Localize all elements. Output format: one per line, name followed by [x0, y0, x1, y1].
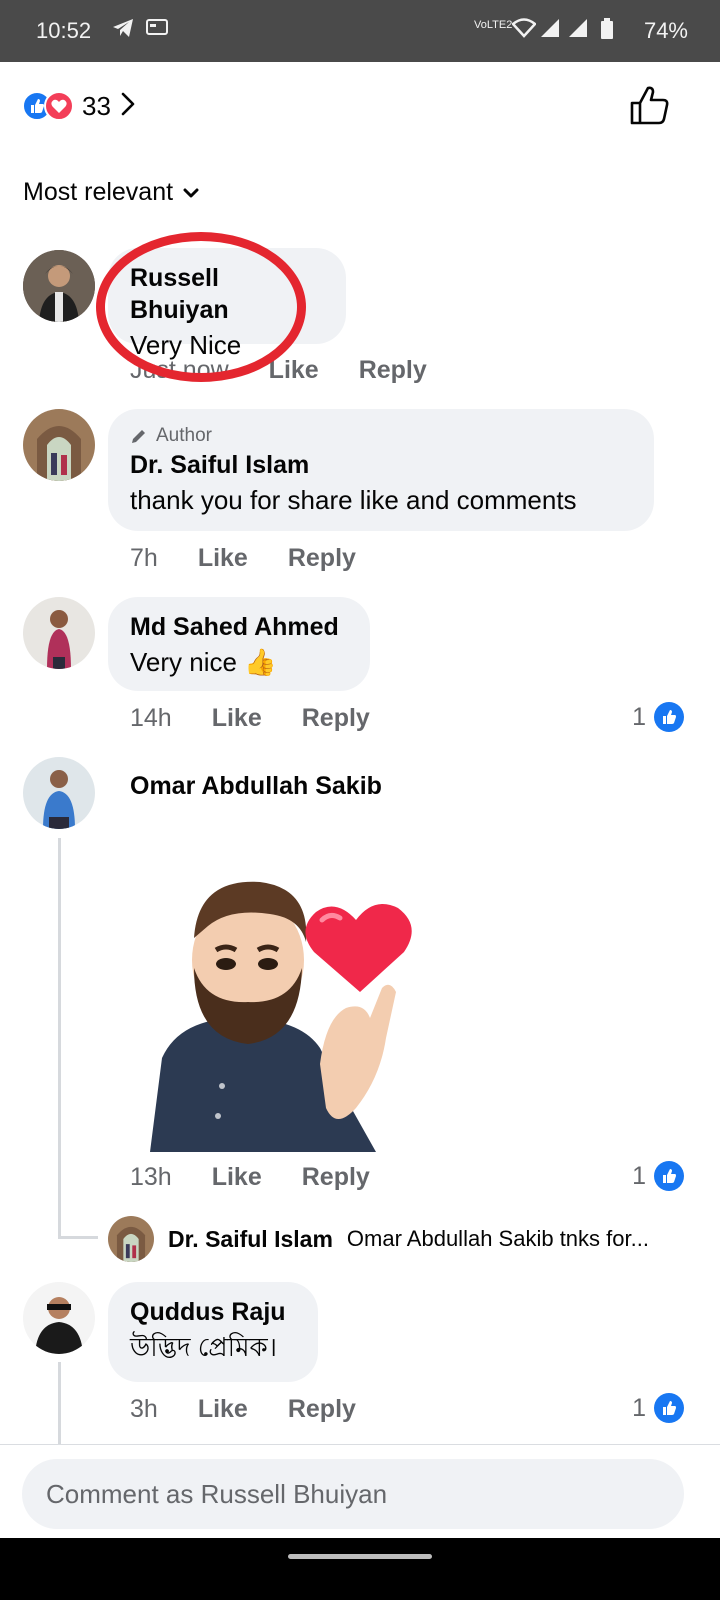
comment-like-count[interactable]: 1 [632, 702, 684, 732]
reply-button[interactable]: Reply [359, 356, 427, 385]
avatar[interactable] [23, 409, 95, 481]
thread-line [58, 1362, 61, 1444]
like-count-value: 1 [632, 1161, 646, 1190]
avatar-heart-sticker [150, 881, 412, 1152]
comment-bubble[interactable]: Md Sahed Ahmed Very nice 👍 [108, 597, 370, 691]
comment-author[interactable]: Omar Abdullah Sakib [130, 770, 382, 802]
comment-actions: 7h Like Reply [130, 544, 356, 573]
battery-percent: 74% [643, 18, 688, 43]
battery-icon [600, 18, 614, 46]
comment-like-count[interactable]: 1 [632, 1161, 684, 1191]
comment-text: thank you for share like and comments [130, 485, 577, 515]
comment-time: 7h [130, 544, 158, 572]
signal-icon [540, 18, 560, 44]
like-button[interactable]: Like [212, 704, 262, 733]
like-icon [654, 1393, 684, 1423]
avatar[interactable] [23, 757, 95, 829]
like-icon [654, 702, 684, 732]
comment-time: Just now [130, 356, 229, 384]
like-count-value: 1 [632, 1393, 646, 1422]
status-bar: 10:52 VoLTE2 74% [0, 0, 720, 62]
like-icon [654, 1161, 684, 1191]
telegram-icon [112, 18, 134, 44]
signal-icon-2 [568, 18, 588, 44]
thread-line [58, 838, 61, 1236]
comment-text: উদ্ভিদ প্রেমিক। [130, 1332, 278, 1362]
comment-bubble[interactable]: Russell Bhuiyan Very Nice [108, 248, 346, 360]
comment-time: 13h [130, 1163, 172, 1191]
author-label: Author [156, 425, 212, 446]
comment-actions: 3h Like Reply [130, 1395, 356, 1424]
reply-button[interactable]: Reply [302, 704, 370, 733]
status-time: 10:52 [36, 18, 92, 43]
system-nav-bar [0, 1538, 720, 1600]
comment-time: 3h [130, 1395, 158, 1423]
like-button[interactable]: Like [269, 356, 319, 385]
sticker-image[interactable] [150, 868, 420, 1152]
reply-button[interactable]: Reply [302, 1163, 370, 1192]
comment-author[interactable]: Dr. Saiful Islam [130, 449, 632, 481]
like-button[interactable]: Like [198, 544, 248, 573]
reply-button[interactable]: Reply [288, 544, 356, 573]
comment-like-count[interactable]: 1 [632, 1393, 684, 1423]
like-button[interactable]: Like [198, 1395, 248, 1424]
comment-actions: 14h Like Reply [130, 704, 370, 733]
comment-actions: 13h Like Reply [130, 1163, 370, 1192]
comment-author[interactable]: Quddus Raju [130, 1296, 296, 1328]
volte-indicator: VoLTE2 [474, 19, 513, 31]
pencil-icon [132, 430, 145, 443]
sort-label: Most relevant [23, 178, 174, 206]
reply-text: Omar Abdullah Sakib tnks for... [346, 1226, 649, 1251]
reply-author[interactable]: Dr. Saiful Islam [168, 1226, 333, 1253]
comment-bubble[interactable]: Quddus Raju উদ্ভিদ প্রেমিক। [108, 1282, 318, 1382]
reactions-summary[interactable]: 33 [22, 88, 135, 124]
avatar[interactable] [23, 597, 95, 669]
comment-bubble[interactable]: Author Dr. Saiful Islam thank you for sh… [108, 409, 654, 531]
chevron-right-icon [121, 92, 135, 121]
chevron-down-icon [183, 178, 199, 207]
reply-button[interactable]: Reply [288, 1395, 356, 1424]
thumbs-up-icon [630, 86, 669, 125]
reaction-count: 33 [82, 90, 111, 121]
avatar[interactable] [23, 1282, 95, 1354]
comment-text: Very nice 👍 [130, 647, 277, 677]
comment-author[interactable]: Russell Bhuiyan [130, 262, 324, 326]
comment-input[interactable] [22, 1459, 684, 1529]
card-icon [146, 18, 168, 42]
like-button[interactable]: Like [212, 1163, 262, 1192]
like-post-button[interactable] [628, 84, 672, 128]
comment-author[interactable]: Md Sahed Ahmed [130, 611, 348, 643]
comment-time: 14h [130, 704, 172, 732]
comment-actions: Just now Like Reply [130, 356, 427, 385]
reply-preview[interactable]: Dr. Saiful Islam Omar Abdullah Sakib tnk… [108, 1216, 649, 1262]
thread-connector [58, 1236, 98, 1239]
avatar[interactable] [23, 250, 95, 322]
wifi-icon [511, 18, 537, 44]
like-count-value: 1 [632, 702, 646, 731]
sort-dropdown[interactable]: Most relevant [23, 178, 199, 207]
love-icon [44, 91, 74, 121]
avatar [108, 1216, 154, 1262]
home-gesture-handle[interactable] [288, 1554, 432, 1559]
author-badge: Author [130, 423, 632, 449]
